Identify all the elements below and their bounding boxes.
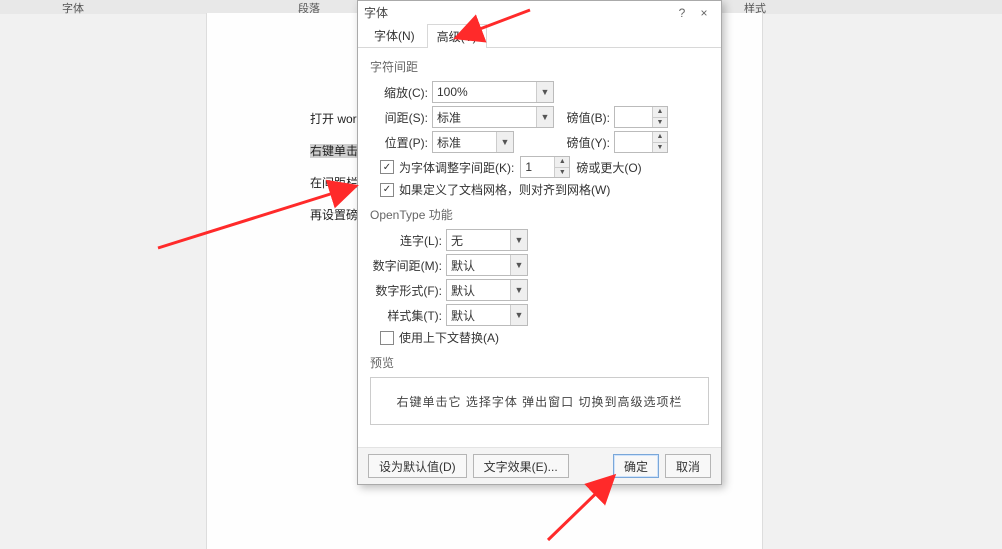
dialog-footer: 设为默认值(D) 文字效果(E)... 确定 取消 — [358, 447, 721, 484]
chevron-down-icon: ▼ — [510, 280, 527, 300]
doc-line-4: 再设置磅 — [310, 206, 358, 223]
grid-label: 如果定义了文档网格，则对齐到网格(W) — [399, 181, 610, 198]
spacing-value: 标准 — [433, 109, 536, 126]
kerning-label-pre: 为字体调整字间距(K): — [399, 159, 514, 176]
numspacing-label: 数字间距(M): — [370, 257, 442, 274]
ribbon-group-font: 字体 — [62, 0, 84, 16]
help-button[interactable]: ? — [671, 1, 693, 25]
tab-font[interactable]: 字体(N) — [364, 23, 425, 47]
ligature-combo[interactable]: 无 ▼ — [446, 229, 528, 251]
kerning-label-post: 磅或更大(O) — [576, 159, 641, 176]
doc-line-2: 右键单击 — [310, 142, 358, 159]
section-char-spacing: 字符间距 — [370, 58, 709, 75]
chevron-up-icon[interactable]: ▲ — [653, 107, 667, 118]
cancel-button[interactable]: 取消 — [665, 454, 711, 478]
numform-combo[interactable]: 默认 ▼ — [446, 279, 528, 301]
section-preview: 预览 — [370, 354, 709, 371]
chevron-down-icon[interactable]: ▼ — [653, 118, 667, 128]
styleset-combo[interactable]: 默认 ▼ — [446, 304, 528, 326]
kerning-spinner[interactable]: 1 ▲▼ — [520, 156, 570, 178]
doc-line-1: 打开 wor — [310, 110, 357, 127]
styleset-value: 默认 — [447, 307, 510, 324]
kerning-checkbox[interactable]: ✓ — [380, 160, 394, 174]
scale-value: 100% — [433, 85, 536, 99]
kerning-value: 1 — [521, 160, 554, 174]
chevron-up-icon[interactable]: ▲ — [653, 132, 667, 143]
scale-combo[interactable]: 100% ▼ — [432, 81, 554, 103]
dialog-title: 字体 — [364, 1, 388, 25]
chevron-down-icon[interactable]: ▼ — [555, 168, 569, 178]
spacing-amount-spinner[interactable]: ▲▼ — [614, 106, 668, 128]
text-effects-button[interactable]: 文字效果(E)... — [473, 454, 569, 478]
preview-text: 右键单击它 选择字体 弹出窗口 切换到高级选项栏 — [396, 393, 682, 410]
ligature-value: 无 — [447, 232, 510, 249]
chevron-down-icon: ▼ — [536, 107, 553, 127]
ligature-label: 连字(L): — [370, 232, 442, 249]
ok-button[interactable]: 确定 — [613, 454, 659, 478]
numform-value: 默认 — [447, 282, 510, 299]
chevron-down-icon: ▼ — [510, 255, 527, 275]
font-dialog: 字体 ? × 字体(N) 高级(V) 字符间距 缩放(C): 100% ▼ 间距… — [357, 0, 722, 485]
contextual-checkbox[interactable] — [380, 331, 394, 345]
numform-label: 数字形式(F): — [370, 282, 442, 299]
spacing-label: 间距(S): — [370, 109, 428, 126]
tab-advanced[interactable]: 高级(V) — [427, 24, 487, 48]
set-default-button[interactable]: 设为默认值(D) — [368, 454, 467, 478]
chevron-down-icon: ▼ — [536, 82, 553, 102]
section-opentype: OpenType 功能 — [370, 206, 709, 223]
chevron-up-icon[interactable]: ▲ — [555, 157, 569, 168]
chevron-down-icon: ▼ — [496, 132, 513, 152]
contextual-checkbox-row: 使用上下文替换(A) — [380, 329, 709, 346]
chevron-down-icon: ▼ — [510, 305, 527, 325]
dialog-body: 字符间距 缩放(C): 100% ▼ 间距(S): 标准 ▼ 磅值(B): ▲▼… — [358, 48, 721, 439]
kerning-checkbox-row: ✓ 为字体调整字间距(K): 1 ▲▼ 磅或更大(O) — [380, 156, 709, 178]
close-button[interactable]: × — [693, 1, 715, 25]
numspacing-combo[interactable]: 默认 ▼ — [446, 254, 528, 276]
preview-box: 右键单击它 选择字体 弹出窗口 切换到高级选项栏 — [370, 377, 709, 425]
grid-checkbox-row: ✓ 如果定义了文档网格，则对齐到网格(W) — [380, 181, 709, 198]
scale-label: 缩放(C): — [370, 84, 428, 101]
position-label: 位置(P): — [370, 134, 428, 151]
numspacing-value: 默认 — [447, 257, 510, 274]
dialog-tabs: 字体(N) 高级(V) — [358, 25, 721, 48]
position-value: 标准 — [433, 134, 496, 151]
chevron-down-icon: ▼ — [510, 230, 527, 250]
styleset-label: 样式集(T): — [370, 307, 442, 324]
position-amount-label: 磅值(Y): — [522, 134, 610, 151]
spacing-amount-label: 磅值(B): — [562, 109, 610, 126]
doc-line-3: 在间距栏 — [310, 174, 358, 191]
position-amount-spinner[interactable]: ▲▼ — [614, 131, 668, 153]
contextual-label: 使用上下文替换(A) — [399, 329, 499, 346]
spacing-combo[interactable]: 标准 ▼ — [432, 106, 554, 128]
dialog-titlebar: 字体 ? × — [358, 1, 721, 25]
grid-checkbox[interactable]: ✓ — [380, 183, 394, 197]
position-combo[interactable]: 标准 ▼ — [432, 131, 514, 153]
chevron-down-icon[interactable]: ▼ — [653, 143, 667, 153]
